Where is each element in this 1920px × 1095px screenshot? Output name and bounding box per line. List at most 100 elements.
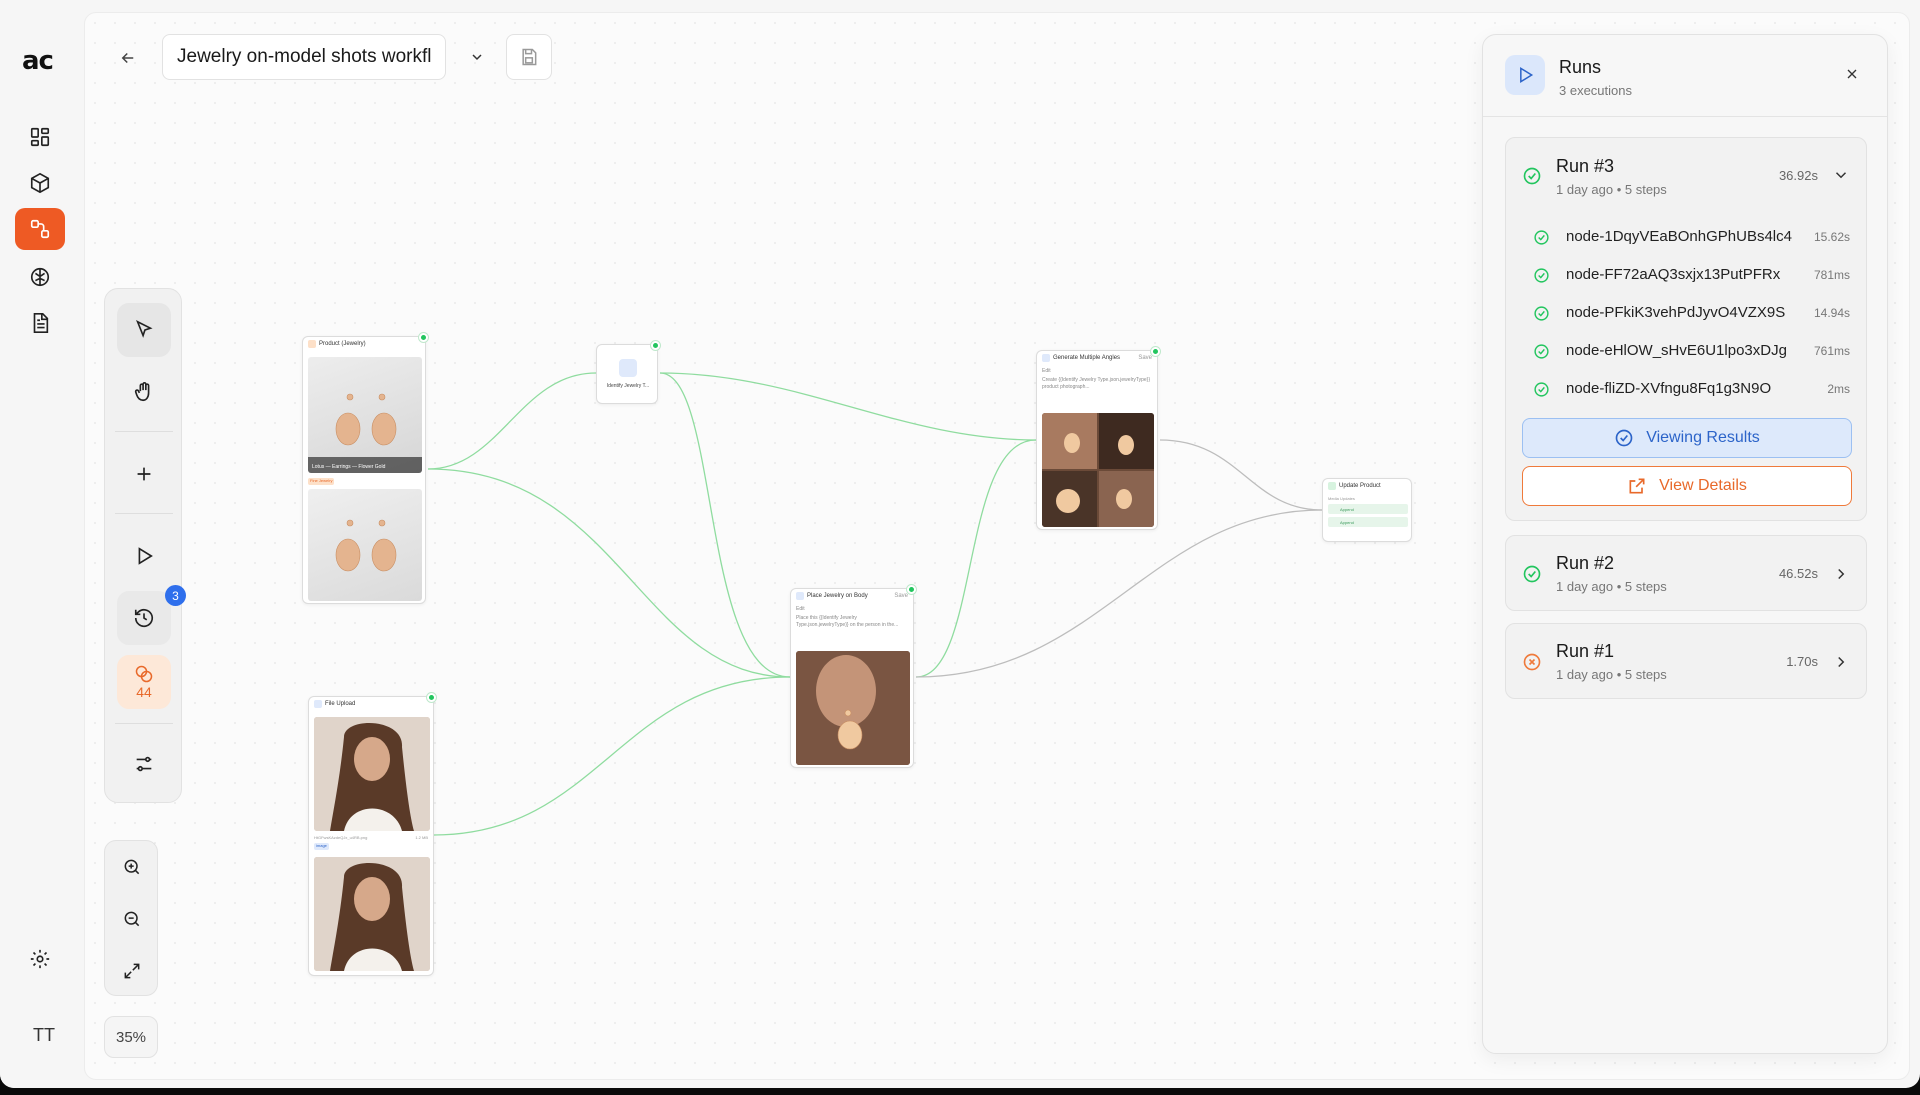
run-duration: 46.52s — [1778, 566, 1818, 581]
check-circle-icon — [1615, 429, 1633, 447]
step-duration: 15.62s — [1813, 230, 1850, 244]
node-title: Identify Jewelry T... — [606, 383, 650, 389]
run-meta: 1 day ago • 5 steps — [1556, 667, 1667, 682]
chevron-right-icon[interactable] — [1832, 565, 1850, 583]
node-file-upload[interactable]: File Upload HtGFwsKAzdeQJx_u4RB.png 1.2 … — [308, 693, 436, 976]
upload-image-1 — [314, 717, 430, 831]
run-duration: 36.92s — [1778, 168, 1818, 183]
node-title: Generate Multiple Angles — [1053, 355, 1121, 361]
runs-panel: Runs 3 executions Run #3 1 day ago • 5 s… — [1482, 34, 1888, 1054]
viewing-results-button[interactable]: Viewing Results — [1522, 418, 1852, 458]
save-button[interactable] — [506, 34, 552, 80]
status-dot — [419, 333, 428, 342]
node-save[interactable]: Save — [894, 593, 908, 599]
fit-view-button[interactable] — [107, 947, 157, 995]
zoom-in-button[interactable] — [107, 843, 157, 891]
node-prompt: Create {{Identify Jewelry Type.json.jewe… — [1042, 377, 1151, 390]
product-caption: Lotus — Earrings — Flower Gold — [312, 464, 386, 470]
node-identify[interactable]: Identify Jewelry T... — [596, 341, 660, 404]
run-step[interactable]: node-eHlOW_sHvE6U1lpo3xDJg 761ms — [1530, 336, 1850, 366]
ear-earring-illustration — [796, 651, 910, 765]
credits-button[interactable]: 44 — [117, 655, 171, 709]
zoom-level[interactable]: 35% — [104, 1016, 158, 1058]
node-sub: Media Updates — [1328, 496, 1355, 501]
toolbar-divider — [115, 723, 173, 724]
node-title: File Upload — [325, 701, 356, 707]
viewing-results-label: Viewing Results — [1646, 429, 1760, 446]
run-card-1[interactable]: Run #1 1 day ago • 5 steps 1.70s — [1505, 623, 1867, 699]
node-title: Place Jewelry on Body — [807, 593, 868, 599]
zoom-controls — [104, 840, 158, 996]
close-runs-button[interactable] — [1841, 63, 1863, 85]
plus-icon — [137, 467, 151, 481]
external-link-icon — [1629, 478, 1645, 494]
coins-icon — [135, 665, 153, 683]
workflow-menu-button[interactable] — [462, 42, 492, 72]
canvas-toolbar: 3 44 — [104, 288, 186, 803]
check-circle-icon — [1523, 167, 1541, 185]
status-dot — [907, 585, 916, 594]
check-circle-icon — [1534, 306, 1549, 321]
node-row: Append — [1328, 504, 1408, 514]
product-tag: Fine Jewelry — [308, 478, 335, 485]
product-image-2 — [308, 489, 422, 601]
check-circle-icon — [1534, 382, 1549, 397]
view-details-button[interactable]: View Details — [1522, 466, 1852, 506]
node-edit[interactable]: Edit — [796, 606, 805, 612]
pan-tool[interactable] — [117, 365, 171, 419]
image-icon — [796, 592, 804, 600]
node-product[interactable]: Product (Jewelry) Lotus — Earrings — Flo… — [302, 333, 428, 604]
workflow-title-input[interactable]: Jewelry on-model shots workfl — [162, 34, 446, 80]
canvas-settings-button[interactable] — [117, 737, 171, 791]
run-button[interactable] — [117, 529, 171, 583]
earring-grid-illustration — [1042, 413, 1154, 527]
runs-header-icon — [1505, 55, 1545, 95]
arrow-left-icon — [121, 52, 134, 64]
ai-icon — [619, 359, 637, 377]
run-step[interactable]: node-PFkiK3vehPdJyvO4VZX9S 14.94s — [1530, 298, 1850, 328]
update-icon — [1328, 482, 1336, 490]
check-circle-icon — [1534, 268, 1549, 283]
upload-tag: image — [314, 843, 329, 850]
x-circle-icon — [1523, 653, 1541, 671]
run-card-3[interactable]: Run #3 1 day ago • 5 steps 36.92s node-1… — [1505, 137, 1867, 521]
node-edit[interactable]: Edit — [1042, 368, 1051, 374]
chevron-down-icon[interactable] — [1832, 166, 1850, 184]
chevron-down-icon — [472, 54, 482, 61]
earring-illustration: Lotus — Earrings — Flower Gold — [308, 393, 422, 473]
step-name: node-eHlOW_sHvE6U1lpo3xDJg — [1566, 342, 1787, 359]
node-place-jewelry[interactable]: Place Jewelry on Body Save Edit Place thi… — [790, 585, 916, 768]
run-step[interactable]: node-fliZD-XVfngu8Fq1g3N9O 2ms — [1530, 374, 1850, 404]
node-generate-angles[interactable]: Generate Multiple Angles Save Edit Create… — [1036, 347, 1160, 530]
history-badge: 3 — [165, 585, 186, 606]
model-portrait-illustration — [314, 717, 430, 831]
run-step[interactable]: node-1DqyVEaBOnhGPhUBs4lc4 15.62s — [1530, 222, 1850, 252]
angles-grid — [1042, 413, 1154, 527]
status-dot — [651, 341, 660, 350]
credits-count: 44 — [136, 684, 152, 700]
history-button[interactable]: 3 — [117, 585, 186, 645]
edge-product-identify — [427, 372, 597, 470]
earring-illustration — [335, 519, 397, 572]
check-circle-icon — [1523, 565, 1541, 583]
add-node-button[interactable] — [117, 447, 171, 501]
back-button[interactable] — [112, 42, 144, 74]
select-tool[interactable] — [117, 303, 171, 357]
view-details-label: View Details — [1659, 477, 1747, 494]
runs-subtitle: 3 executions — [1559, 83, 1632, 98]
run-meta: 1 day ago • 5 steps — [1556, 579, 1667, 594]
place-result-image — [796, 651, 910, 765]
expand-icon — [124, 963, 140, 979]
node-title: Update Product — [1339, 483, 1381, 489]
check-circle-icon — [1534, 344, 1549, 359]
upload-filesize: 1.2 MB — [415, 835, 428, 840]
node-update-product[interactable]: Update Product Media Updates Append Appe… — [1322, 478, 1412, 542]
chevron-right-icon[interactable] — [1832, 653, 1850, 671]
upload-image-2 — [314, 857, 430, 971]
run-name: Run #3 — [1556, 156, 1615, 176]
status-dot — [1151, 347, 1160, 356]
run-card-2[interactable]: Run #2 1 day ago • 5 steps 46.52s — [1505, 535, 1867, 611]
node-save[interactable]: Save — [1138, 355, 1152, 361]
run-step[interactable]: node-FF72aAQ3sxjx13PutPFRx 781ms — [1530, 260, 1850, 290]
zoom-out-button[interactable] — [107, 895, 157, 943]
